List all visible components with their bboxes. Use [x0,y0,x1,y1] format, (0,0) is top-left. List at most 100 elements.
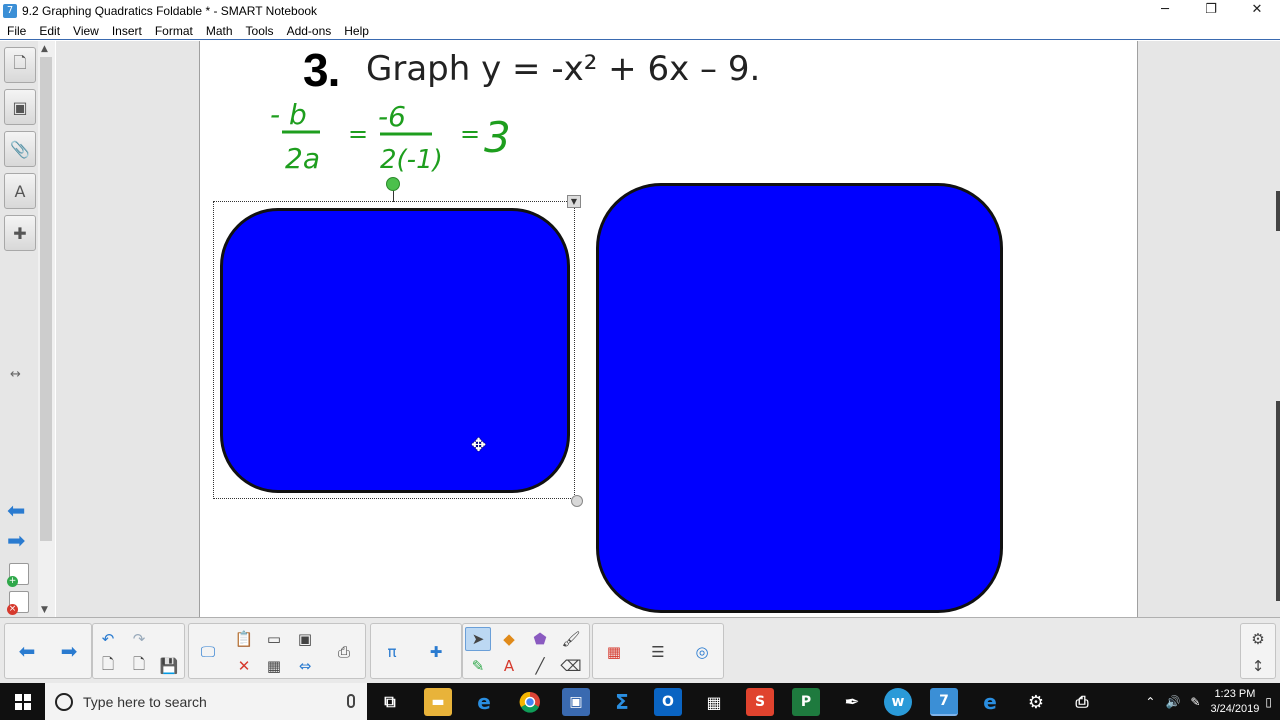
outlook-icon[interactable]: O [654,688,682,716]
sigma-app-icon[interactable]: Σ [608,688,636,716]
gallery-icon[interactable]: ▣ [4,89,36,125]
chrome-icon[interactable] [516,688,544,716]
selection-box [213,201,575,499]
addon-icon[interactable]: ✚ [423,640,449,664]
task-view-icon[interactable]: ⧉ [376,688,404,716]
minimize-button[interactable]: ─ [1142,0,1188,22]
scroll-up-icon[interactable]: ▲ [41,44,48,54]
next-page-icon[interactable]: ➡ [53,631,85,671]
table-icon[interactable]: ▦ [261,654,287,678]
windows-logo-icon [14,693,31,710]
notebook-page[interactable]: 3. Graph y = -x² + 6x – 9. - b 2a = -6 2… [200,41,1137,617]
menu-edit[interactable]: Edit [32,22,66,40]
sidebar-scrollbar[interactable]: ▲ ▼ [38,41,55,617]
pen-app-icon[interactable]: ✒ [838,688,866,716]
rotate-handle[interactable] [386,177,400,191]
edit-group: ↶ ↷ 🗋 🗋 💾 [92,623,185,679]
delete-page-icon[interactable]: × [7,591,29,615]
add-page-icon[interactable]: 🗋 [95,654,121,678]
fill-tool-icon[interactable]: 🖌 [558,627,584,651]
color-palette-icon[interactable]: ▦ [601,640,627,664]
back-arrow-icon[interactable]: ⬅ [7,501,33,523]
sidebar-resize-icon[interactable]: ↔ [10,367,21,382]
prev-page-icon[interactable]: ⬅ [11,631,43,671]
document-camera-icon[interactable]: ⎙ [331,640,357,664]
shape-recognition-icon[interactable]: ⬟ [527,627,553,651]
attachments-icon[interactable]: 📎 [4,131,36,167]
menu-help[interactable]: Help [337,22,375,40]
edge-marker [1276,401,1280,601]
scroll-down-icon[interactable]: ▼ [41,605,48,615]
scroll-thumb[interactable] [40,57,52,541]
nav-group: ⬅ ➡ [4,623,92,679]
chevron-up-icon[interactable]: ⌃ [1145,695,1155,709]
pens-tool-icon[interactable]: ✎ [465,654,491,678]
add-page-icon[interactable]: + [7,563,29,587]
file-explorer-icon[interactable]: ▬ [424,688,452,716]
toolbar-position-icon[interactable]: ↕ [1245,654,1271,678]
smart-notebook-taskbar-icon[interactable]: 7 [930,688,958,716]
taskbar-search[interactable]: Type here to search [45,683,367,720]
forward-arrow-icon[interactable]: ➡ [7,531,33,553]
transparency-icon[interactable]: ◎ [689,640,715,664]
select-tool-icon[interactable]: ➤ [465,627,491,651]
system-tray: ⌃ 🔊 ✎ 1:23 PM 3/24/2019 ▯ [1145,683,1272,720]
control-panel-icon[interactable]: ▣ [562,688,590,716]
menu-format[interactable]: Format [148,22,199,40]
snagit-icon[interactable]: S [746,688,774,716]
redo-icon[interactable]: ↷ [126,627,152,651]
notifications-icon[interactable]: ▯ [1265,695,1272,709]
text-tool-icon[interactable]: A [496,654,522,678]
shapes-tool-icon[interactable]: ◆ [496,627,522,651]
menu-tools[interactable]: Tools [239,22,280,40]
properties-icon[interactable]: A [4,173,36,209]
clock-time: 1:23 PM [1214,687,1256,700]
search-icon [55,692,73,711]
camera-icon[interactable]: ▣ [292,627,318,651]
edge-browser-icon[interactable]: e [470,688,498,716]
object-menu-icon[interactable]: ▼ [567,195,581,208]
x-icon: × [7,604,18,615]
line-tool-icon[interactable]: ╱ [527,654,553,678]
gear-icon[interactable]: ⚙ [1245,627,1271,651]
blue-rounded-rectangle[interactable] [596,183,1003,613]
addons-icon[interactable]: ✚ [4,215,36,251]
pen-input-icon[interactable]: ✎ [1190,695,1200,709]
menu-file[interactable]: File [0,22,32,40]
math-tools-icon[interactable]: π [379,640,405,664]
hand-numerator-b: - b [270,98,307,131]
line-style-icon[interactable]: ☰ [645,640,671,664]
menu-addons[interactable]: Add-ons [280,22,338,40]
undo-icon[interactable]: ↶ [95,627,121,651]
eraser-tool-icon[interactable]: ⌫ [558,654,584,678]
resize-handle[interactable] [571,495,583,507]
page-sorter-icon[interactable]: 🗋 [4,47,36,83]
w-app-icon[interactable]: w [884,688,912,716]
settings-gear-icon[interactable]: ⚙ [1022,688,1050,716]
screen-shade-icon[interactable]: 🖵 [195,640,221,664]
delete-icon[interactable]: ✕ [231,654,257,678]
handwritten-work[interactable]: - b 2a = -6 2(-1) = 3 [260,96,560,186]
math-group: π ✚ [370,623,462,679]
hand-equals: = [348,120,368,148]
full-screen-icon[interactable]: ⇔ [292,654,318,678]
delete-page-icon[interactable]: 🗋 [126,654,152,678]
menu-math[interactable]: Math [199,22,239,40]
menu-insert[interactable]: Insert [105,22,148,40]
paste-icon[interactable]: 📋 [231,627,257,651]
menu-view[interactable]: View [66,22,105,40]
settings-group: ⚙ ↕ [1240,623,1276,679]
volume-icon[interactable]: 🔊 [1165,695,1180,709]
start-button[interactable] [0,683,45,720]
internet-explorer-icon[interactable]: e [976,688,1004,716]
save-icon[interactable]: 💾 [156,654,182,678]
document-camera-taskbar-icon[interactable]: ⎙ [1068,688,1096,716]
restore-button[interactable]: ❐ [1188,0,1234,22]
question-text: Graph y = -x² + 6x – 9. [366,49,761,89]
screen-capture-icon[interactable]: ▭ [261,627,287,651]
close-button[interactable]: ✕ [1234,0,1280,22]
clock[interactable]: 1:23 PM 3/24/2019 [1210,687,1259,717]
microphone-icon[interactable] [347,694,355,708]
publisher-icon[interactable]: P [792,688,820,716]
calculator-icon[interactable]: ▦ [700,688,728,716]
